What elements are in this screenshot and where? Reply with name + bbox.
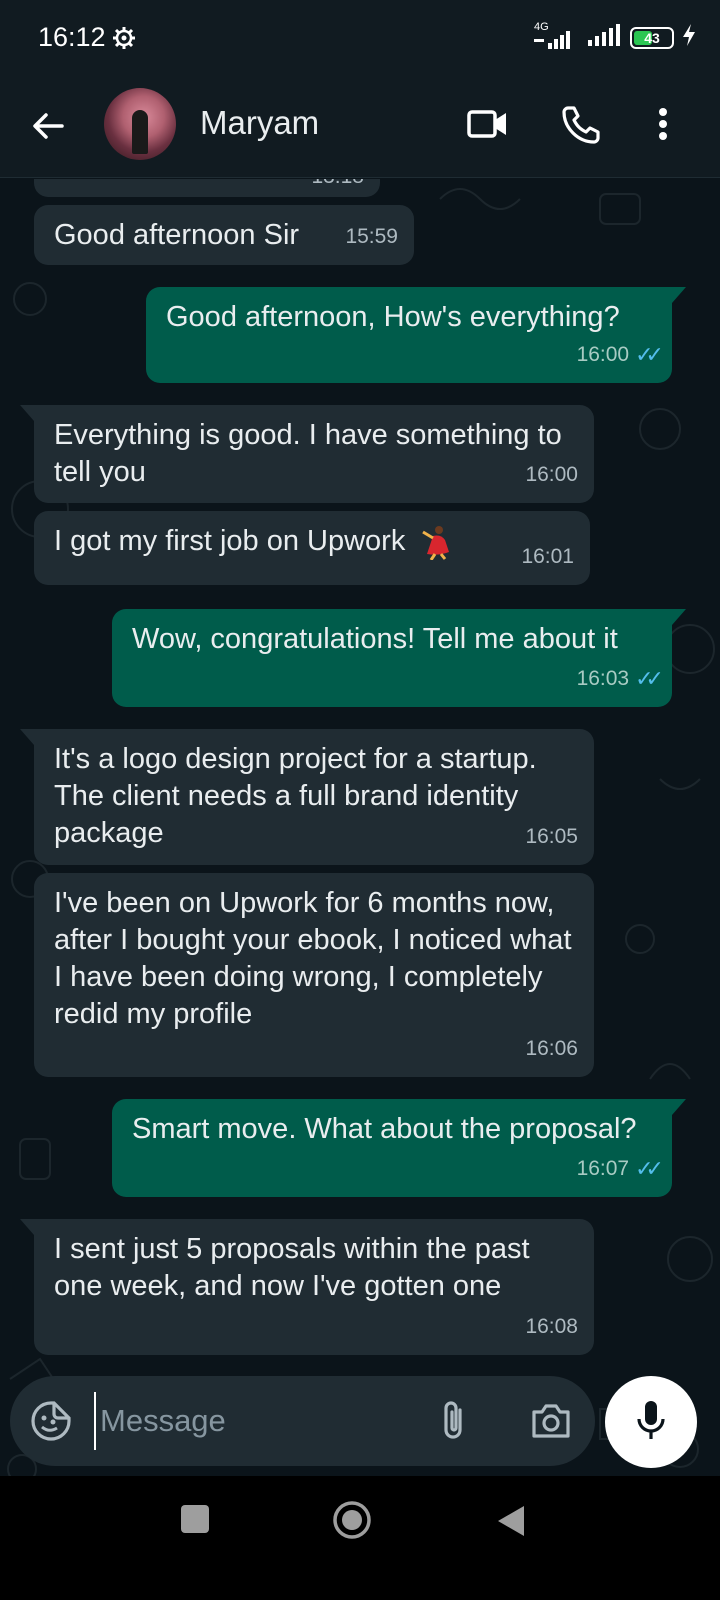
contact-avatar[interactable] (104, 88, 176, 160)
message-meta: 16:08 (525, 1308, 578, 1345)
attach-paperclip-icon[interactable] (438, 1398, 468, 1449)
microphone-icon (634, 1399, 668, 1446)
message-text: I got my first job on Upwork (54, 525, 406, 557)
message-meta: 16:00 ✓✓ (576, 336, 664, 373)
message-bubble-out[interactable]: Good afternoon, How's everything? 16:00 … (146, 287, 686, 383)
message-time: 16:00 (525, 463, 578, 486)
more-options-icon[interactable] (648, 102, 678, 151)
message-time: 16:03 (576, 667, 630, 690)
message-time: 16:05 (525, 825, 578, 848)
message-text: Good afternoon Sir (54, 219, 300, 251)
signal-4g-icon: 4G (534, 21, 578, 51)
message-bubble-in[interactable]: I've been on Upwork for 6 months now, af… (34, 873, 594, 1077)
message-meta: 16:00 (525, 456, 578, 493)
message-time: 16:07 (576, 1157, 630, 1180)
emoji-sticker-icon[interactable] (30, 1400, 72, 1447)
message-meta: 16:05 (525, 818, 578, 855)
message-meta: 15:59 (345, 218, 398, 255)
message-bubble-in[interactable]: It's a logo design project for a startup… (20, 729, 594, 865)
settings-gear-icon (112, 26, 136, 55)
status-bar: 16:12 4G 43 (0, 0, 720, 78)
message-bubble-in[interactable]: 13:18 (34, 179, 380, 197)
message-text: Wow, congratulations! Tell me about it (132, 623, 618, 655)
bubble-tail (20, 1219, 34, 1235)
bubble-tail (20, 729, 34, 745)
read-receipt-icon: ✓✓ (635, 342, 664, 367)
message-text: Everything is good. I have something to … (54, 419, 562, 488)
message-time: 16:08 (525, 1315, 578, 1338)
message-time: 16:00 (576, 343, 630, 366)
chat-area[interactable]: 13:18 Good afternoon Sir 15:59 Good afte… (0, 179, 720, 1508)
dancer-emoji-icon (419, 524, 455, 562)
message-time: 16:06 (525, 1037, 578, 1060)
voice-message-mic-button[interactable] (605, 1376, 697, 1468)
video-call-icon[interactable] (466, 102, 510, 151)
signal-icon (586, 22, 622, 53)
bubble-tail (672, 287, 686, 303)
back-triangle-icon[interactable] (496, 1504, 526, 1543)
message-meta: 16:03 ✓✓ (576, 660, 664, 697)
message-composer (10, 1376, 595, 1466)
battery-icon: 43 (630, 26, 674, 49)
contact-name[interactable]: Maryam (200, 104, 319, 142)
message-meta: 13:18 (311, 179, 364, 195)
message-time: 16:01 (521, 545, 574, 568)
message-meta: 16:01 (521, 538, 574, 575)
system-nav-bar (0, 1476, 720, 1600)
read-receipt-icon: ✓✓ (635, 1156, 664, 1181)
back-arrow-icon[interactable] (28, 106, 68, 146)
camera-icon[interactable] (530, 1400, 572, 1445)
home-circle-icon[interactable] (332, 1500, 372, 1545)
avatar-figure (132, 110, 148, 154)
message-text: I've been on Upwork for 6 months now, af… (54, 887, 572, 1030)
status-time: 16:12 (38, 22, 106, 52)
message-bubble-in[interactable]: Good afternoon Sir 15:59 (34, 205, 414, 265)
message-bubble-in[interactable]: I got my first job on Upwork 16:01 (34, 511, 590, 585)
chat-header: Maryam (0, 78, 720, 178)
battery-percent: 43 (644, 29, 660, 46)
message-time: 15:59 (345, 225, 398, 248)
message-bubble-out[interactable]: Smart move. What about the proposal? 16:… (112, 1099, 686, 1197)
message-text: Smart move. What about the proposal? (132, 1113, 637, 1145)
bubble-tail (20, 405, 34, 421)
message-text: It's a logo design project for a startup… (54, 743, 537, 849)
message-time: 13:18 (311, 179, 364, 195)
read-receipt-icon: ✓✓ (635, 666, 664, 691)
message-text: I sent just 5 proposals within the past … (54, 1233, 530, 1302)
message-input[interactable] (94, 1392, 424, 1450)
message-bubble-in[interactable]: Everything is good. I have something to … (20, 405, 594, 503)
status-indicators: 4G 43 (534, 21, 696, 53)
recent-apps-square-icon[interactable] (180, 1504, 210, 1539)
message-bubble-in[interactable]: I sent just 5 proposals within the past … (20, 1219, 594, 1355)
bubble-tail (672, 1099, 686, 1115)
voice-call-icon[interactable] (560, 102, 604, 151)
network-type-label: 4G (534, 20, 549, 33)
charging-bolt-icon (682, 24, 696, 51)
message-meta: 16:07 ✓✓ (576, 1150, 664, 1187)
message-meta: 16:06 (525, 1030, 578, 1067)
message-text: Good afternoon, How's everything? (166, 301, 620, 333)
bubble-tail (672, 609, 686, 625)
message-bubble-out[interactable]: Wow, congratulations! Tell me about it 1… (112, 609, 686, 707)
